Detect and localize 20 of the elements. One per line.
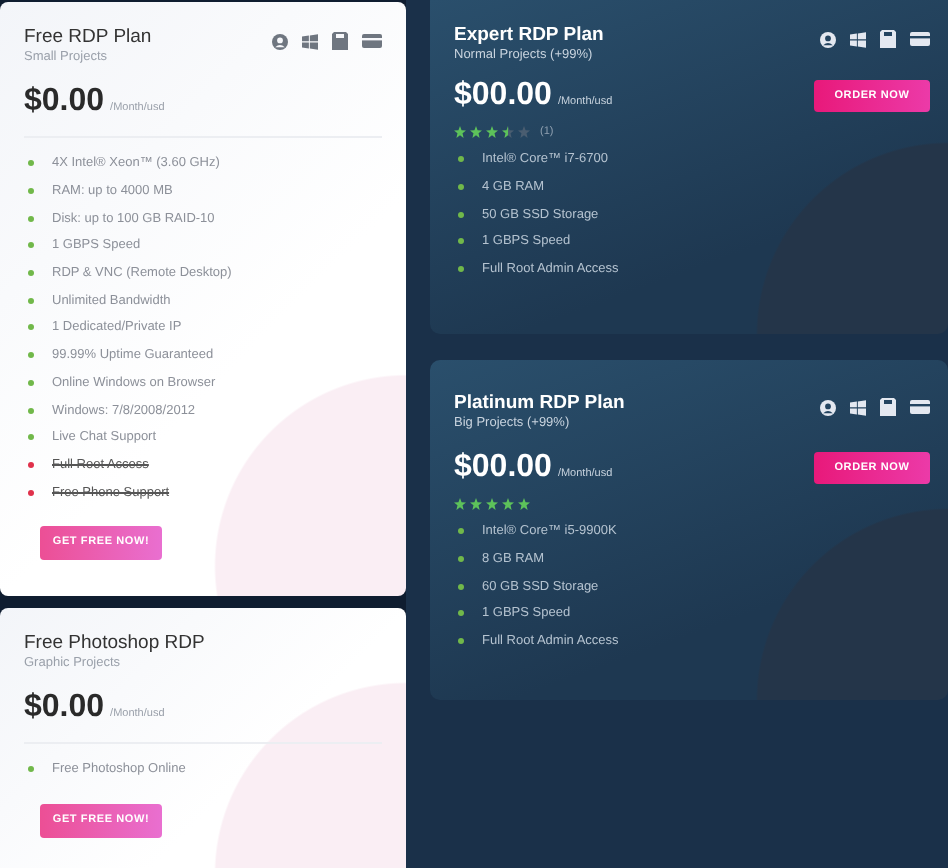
plan-title: Platinum RDP Plan: [454, 392, 625, 414]
file-icon: [880, 30, 896, 48]
file-icon: [880, 398, 896, 416]
user-icon: [820, 31, 836, 47]
user-icon: [820, 399, 836, 415]
plan-title: Free RDP Plan: [24, 26, 152, 48]
windows-icon: [302, 33, 318, 49]
windows-icon: [850, 31, 866, 47]
user-icon: [272, 33, 288, 49]
card-icon: [910, 32, 930, 46]
plan-title: Free Photoshop RDP: [24, 632, 205, 654]
price: $00.00: [454, 78, 552, 114]
windows-icon: [850, 399, 866, 415]
card-icon: [362, 34, 382, 48]
card-icon: [910, 400, 930, 414]
price: $00.00: [454, 450, 552, 486]
plan-title: Expert RDP Plan: [454, 24, 604, 46]
file-icon: [332, 32, 348, 50]
price: $0.00: [24, 84, 105, 120]
price: $0.00: [24, 690, 105, 726]
